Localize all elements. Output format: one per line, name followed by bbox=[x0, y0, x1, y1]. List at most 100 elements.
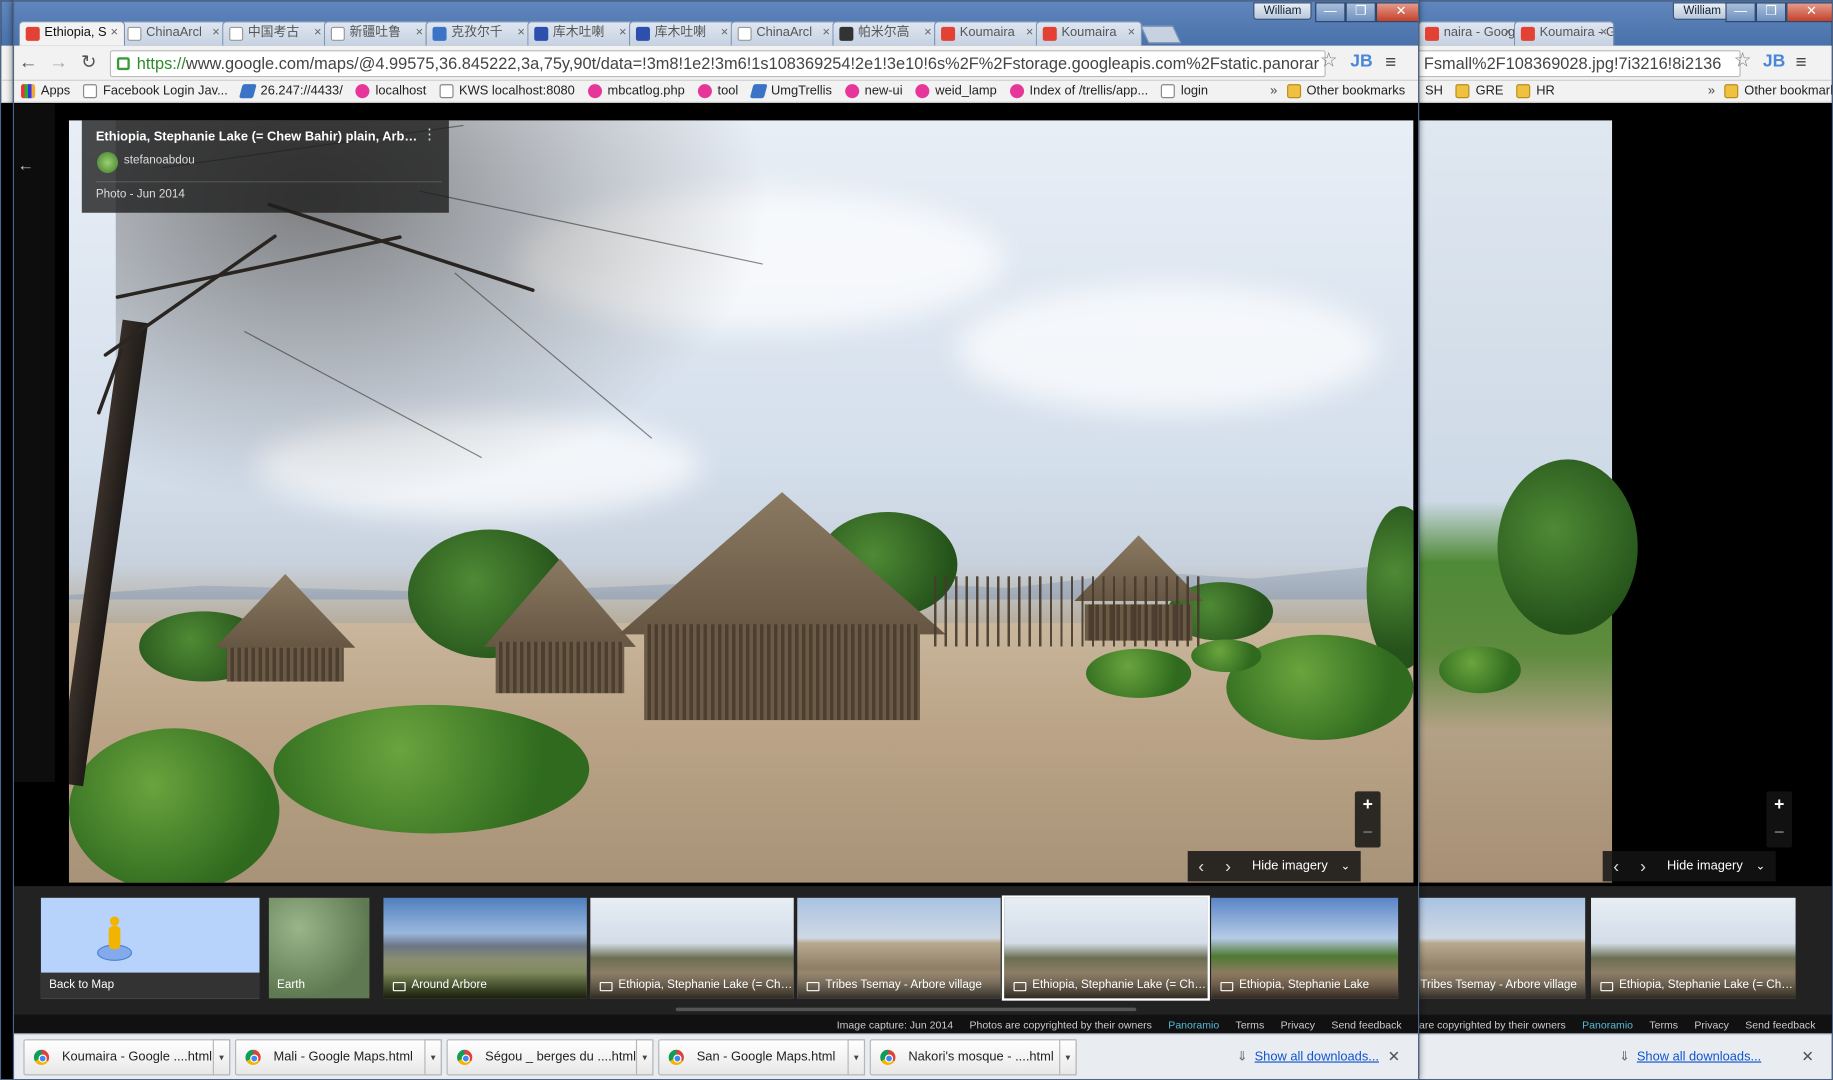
bg-user-badge[interactable]: William bbox=[1672, 2, 1732, 20]
bg-photo-thumbnail[interactable]: Tribes Tsemay - Arbore village bbox=[1392, 897, 1586, 999]
tab[interactable]: Koumaira × bbox=[934, 21, 1041, 46]
bg-jb-extension-icon[interactable]: JB bbox=[1763, 51, 1785, 71]
zoom-out-button[interactable]: − bbox=[1355, 819, 1381, 847]
hide-imagery-button[interactable]: Hide imagery bbox=[1241, 859, 1338, 873]
bookmark-item[interactable]: Apps bbox=[21, 84, 70, 99]
bg-bookmark-hr[interactable]: HR bbox=[1516, 84, 1555, 99]
next-photo-button[interactable]: › bbox=[1215, 856, 1242, 876]
close-tab-icon[interactable]: × bbox=[721, 22, 729, 44]
close-tab-icon[interactable]: × bbox=[1600, 22, 1608, 44]
close-tab-icon[interactable]: × bbox=[212, 22, 220, 44]
avatar[interactable] bbox=[97, 151, 119, 174]
bookmark-item[interactable]: UmgTrellis bbox=[749, 84, 832, 99]
download-menu-caret-icon[interactable]: ▾ bbox=[635, 1038, 654, 1075]
bg-restore-button[interactable]: ❐ bbox=[1755, 2, 1787, 23]
bg-prev-photo-button[interactable]: ‹ bbox=[1603, 856, 1630, 876]
tab[interactable]: 新疆吐鲁 × bbox=[323, 21, 431, 46]
forward-button[interactable]: → bbox=[47, 51, 70, 74]
more-options-icon[interactable]: ⋮ bbox=[422, 126, 437, 141]
bookmark-item[interactable]: tool bbox=[697, 84, 738, 99]
download-item[interactable]: Koumaira - Google ....html ▾ bbox=[23, 1038, 231, 1075]
close-tab-icon[interactable]: × bbox=[416, 22, 424, 44]
chrome-menu-icon[interactable]: ≡ bbox=[1385, 53, 1396, 74]
download-item[interactable]: Nakori's mosque - ....html ▾ bbox=[869, 1038, 1077, 1075]
panoramio-logo[interactable]: Panoramio bbox=[1168, 1019, 1219, 1031]
tab[interactable]: 中国考古 × bbox=[222, 21, 329, 46]
prev-photo-button[interactable]: ‹ bbox=[1188, 856, 1215, 876]
bookmark-item[interactable]: localhost bbox=[355, 84, 426, 99]
bookmark-item[interactable]: weid_lamp bbox=[915, 84, 997, 99]
jb-extension-icon[interactable]: JB bbox=[1350, 51, 1372, 71]
bg-bookmark-sh[interactable]: SH bbox=[1425, 84, 1443, 98]
bg-downloads-close-button[interactable]: ✕ bbox=[1801, 1047, 1814, 1066]
bg-tab[interactable]: naira - Googl × bbox=[1417, 21, 1519, 46]
photo-author[interactable]: stefanoabdou bbox=[124, 154, 195, 167]
address-bar[interactable]: https://www.google.com/maps/@4.99575,36.… bbox=[109, 50, 1326, 78]
tab[interactable]: Ethiopia, S × bbox=[18, 21, 126, 46]
show-all-downloads-link[interactable]: ⇓ Show all downloads... bbox=[1237, 1049, 1379, 1064]
privacy-link[interactable]: Privacy bbox=[1281, 1019, 1316, 1031]
bookmark-item[interactable]: new-ui bbox=[844, 84, 903, 99]
bookmarks-overflow-button[interactable]: » bbox=[1270, 84, 1277, 98]
close-tab-icon[interactable]: × bbox=[1128, 22, 1136, 44]
bg-zoom-in-button[interactable]: + bbox=[1766, 791, 1792, 819]
bg-next-photo-button[interactable]: › bbox=[1630, 856, 1657, 876]
bg-feedback-link[interactable]: Send feedback bbox=[1745, 1019, 1815, 1031]
earth-view-button[interactable]: Earth bbox=[268, 897, 370, 999]
panorama-photo[interactable] bbox=[68, 120, 1414, 883]
restore-button[interactable]: ❐ bbox=[1345, 2, 1376, 23]
bg-privacy-link[interactable]: Privacy bbox=[1694, 1019, 1729, 1031]
bg-titlebar[interactable]: William — ❐ ✕ naira - Googl×Koumaira - G… bbox=[1392, 1, 1832, 46]
main-browser-window[interactable]: William — ❐ ✕ Ethiopia, S × ChinaArcl × 中国考古… bbox=[12, 0, 1420, 1080]
close-tab-icon[interactable]: × bbox=[822, 22, 830, 44]
bg-close-button[interactable]: ✕ bbox=[1786, 2, 1832, 23]
downloads-close-button[interactable]: ✕ bbox=[1388, 1047, 1401, 1066]
photo-thumbnail[interactable]: Ethiopia, Stephanie Lake (= Che... bbox=[1001, 895, 1210, 1001]
close-window-button[interactable]: ✕ bbox=[1375, 2, 1418, 23]
bg-bookmark-gre[interactable]: GRE bbox=[1455, 84, 1503, 99]
reload-button[interactable]: ↻ bbox=[77, 51, 100, 74]
photo-thumbnail[interactable]: Tribes Tsemay - Arbore village bbox=[797, 897, 1001, 999]
tab[interactable]: 库木吐喇 × bbox=[527, 21, 634, 46]
close-tab-icon[interactable]: × bbox=[517, 22, 525, 44]
user-badge[interactable]: William bbox=[1253, 2, 1312, 20]
download-item[interactable]: Mali - Google Maps.html ▾ bbox=[234, 1038, 442, 1075]
bg-address-bar[interactable]: Fsmall%2F108369028.jpg!7i3216!8i2136 bbox=[1392, 50, 1741, 78]
tab[interactable]: ChinaArcl × bbox=[730, 21, 838, 46]
bookmark-item[interactable]: login bbox=[1161, 84, 1208, 99]
close-tab-icon[interactable]: × bbox=[924, 22, 932, 44]
bookmark-item[interactable]: mbcatlog.php bbox=[587, 84, 685, 99]
back-to-map-button[interactable]: Back to Map bbox=[40, 897, 260, 999]
bg-bookmark-star-icon[interactable]: ☆ bbox=[1734, 49, 1752, 72]
bg-zoom-out-button[interactable]: − bbox=[1766, 819, 1792, 847]
tab[interactable]: 帕米尔高 × bbox=[832, 21, 939, 46]
bg-tab[interactable]: Koumaira - Googl× bbox=[1513, 21, 1615, 46]
bg-minimize-button[interactable]: — bbox=[1725, 2, 1756, 23]
photo-thumbnail[interactable]: Ethiopia, Stephanie Lake bbox=[1211, 897, 1399, 999]
bg-hide-imagery-button[interactable]: Hide imagery bbox=[1656, 859, 1753, 873]
download-menu-caret-icon[interactable]: ▾ bbox=[1059, 1038, 1077, 1075]
close-tab-icon[interactable]: × bbox=[314, 22, 322, 44]
bg-panoramio-logo[interactable]: Panoramio bbox=[1582, 1019, 1633, 1031]
close-tab-icon[interactable]: × bbox=[1026, 22, 1034, 44]
collapse-panel-arrow-icon[interactable]: ← bbox=[14, 155, 37, 174]
send-feedback-link[interactable]: Send feedback bbox=[1331, 1019, 1401, 1031]
zoom-in-button[interactable]: + bbox=[1355, 791, 1381, 819]
minimize-button[interactable]: — bbox=[1315, 2, 1346, 23]
bookmark-item[interactable]: Facebook Login Jav... bbox=[83, 84, 228, 99]
download-menu-caret-icon[interactable]: ▾ bbox=[424, 1038, 442, 1075]
close-tab-icon[interactable]: × bbox=[111, 22, 119, 44]
thumbnail-scrollbar[interactable] bbox=[675, 1007, 1137, 1012]
bg-terms-link[interactable]: Terms bbox=[1649, 1019, 1678, 1031]
bg-menu-icon[interactable]: ≡ bbox=[1796, 53, 1807, 74]
bg-photo-thumbnail[interactable]: Ethiopia, Stephanie Lake (= Che... bbox=[1591, 897, 1796, 999]
bg-bookmarks-overflow[interactable]: » bbox=[1708, 84, 1715, 98]
tab[interactable]: ChinaArcl × bbox=[120, 21, 227, 46]
photo-thumbnail[interactable]: Ethiopia, Stephanie Lake (= Che... bbox=[590, 897, 794, 999]
bookmark-item[interactable]: 26.247://4433/ bbox=[238, 84, 343, 99]
download-item[interactable]: Ségou _ berges du ....html ▾ bbox=[446, 1038, 654, 1075]
other-bookmarks-folder[interactable]: Other bookmarks bbox=[1286, 84, 1405, 99]
bookmark-star-icon[interactable]: ☆ bbox=[1320, 49, 1338, 72]
new-tab-button[interactable] bbox=[1140, 25, 1182, 44]
back-button[interactable]: ← bbox=[16, 51, 39, 74]
